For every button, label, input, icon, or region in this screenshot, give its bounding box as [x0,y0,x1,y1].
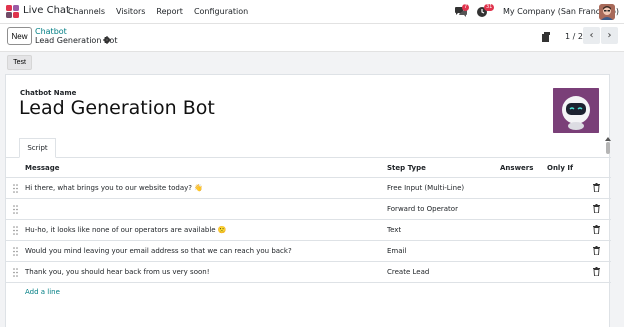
form-sheet: Chatbot Name Lead Generation Bot Script … [5,74,611,327]
trash-icon[interactable] [593,246,600,255]
menu-item-visitors[interactable]: Visitors [116,7,145,16]
table-row[interactable]: Forward to Operator [6,199,611,220]
test-button[interactable]: Test [7,55,32,70]
pager-next-button[interactable]: › [601,27,618,44]
chatbot-name-field[interactable]: Lead Generation Bot [19,97,215,119]
pager-previous-button[interactable]: ‹ [583,27,600,44]
column-message[interactable]: Message [25,164,60,172]
pager-value[interactable]: 1 / 2 [565,32,583,41]
trash-icon[interactable] [593,183,600,192]
drag-handle-icon[interactable] [13,205,18,214]
row-message: Thank you, you should hear back from us … [25,268,210,276]
chevron-left-icon: ‹ [589,30,594,41]
chatbot-name-label: Chatbot Name [20,89,77,97]
chevron-right-icon: › [607,30,612,41]
row-step-type: Forward to Operator [387,205,458,213]
trash-icon[interactable] [593,225,600,234]
drag-handle-icon[interactable] [13,247,18,256]
scroll-up-arrow[interactable] [605,137,611,141]
drag-handle-icon[interactable] [13,268,18,277]
row-message: Hu-ho, it looks like none of our operato… [25,226,227,234]
breadcrumb-parent[interactable]: Chatbot [35,27,67,36]
menu-item-report[interactable]: Report [156,7,183,16]
user-avatar[interactable] [599,4,615,20]
row-message: Hi there, what brings you to our website… [25,184,203,192]
row-step-type: Email [387,247,407,255]
table-row[interactable]: Hu-ho, it looks like none of our operato… [6,220,611,241]
live-chat-app-icon[interactable] [6,5,19,18]
row-message: Would you mind leaving your email addres… [25,247,292,255]
app-name[interactable]: Live Chat [23,5,70,16]
drag-handle-icon[interactable] [13,226,18,235]
table-row[interactable]: Thank you, you should hear back from us … [6,262,611,283]
row-step-type: Text [387,226,402,234]
activity-counter-badge: 31 [484,4,495,11]
row-step-type: Create Lead [387,268,430,276]
script-table-header: Message Step Type Answers Only If [6,158,611,178]
row-step-type: Free Input (Multi-Line) [387,184,465,192]
main-menu: Channels Visitors Report Configuration [68,7,259,16]
table-row[interactable]: Would you mind leaving your email addres… [6,241,611,262]
chatbot-image[interactable] [553,88,599,133]
avatar-image [599,4,615,20]
control-panel: New Chatbot Lead Generation Bot 1 / 2 ‹ … [0,24,624,52]
table-row[interactable]: Hi there, what brings you to our website… [6,178,611,199]
column-step-type[interactable]: Step Type [387,164,426,172]
chat-counter-badge: 7 [462,4,470,11]
menu-item-channels[interactable]: Channels [68,7,105,16]
trash-icon[interactable] [593,204,600,213]
drag-handle-icon[interactable] [13,184,18,193]
column-answers[interactable]: Answers [500,164,533,172]
trash-icon[interactable] [593,267,600,276]
tab-script[interactable]: Script [19,138,56,158]
robot-icon [553,88,599,133]
column-only-if[interactable]: Only If [547,164,573,172]
top-navbar: Live Chat Channels Visitors Report Confi… [0,0,624,24]
new-button[interactable]: New [7,27,32,45]
paperclip-icon[interactable] [541,32,551,43]
add-line-link[interactable]: Add a line [25,288,60,296]
scrollbar-thumb[interactable] [606,142,610,154]
gear-icon[interactable] [103,36,111,44]
menu-item-configuration[interactable]: Configuration [194,7,248,16]
